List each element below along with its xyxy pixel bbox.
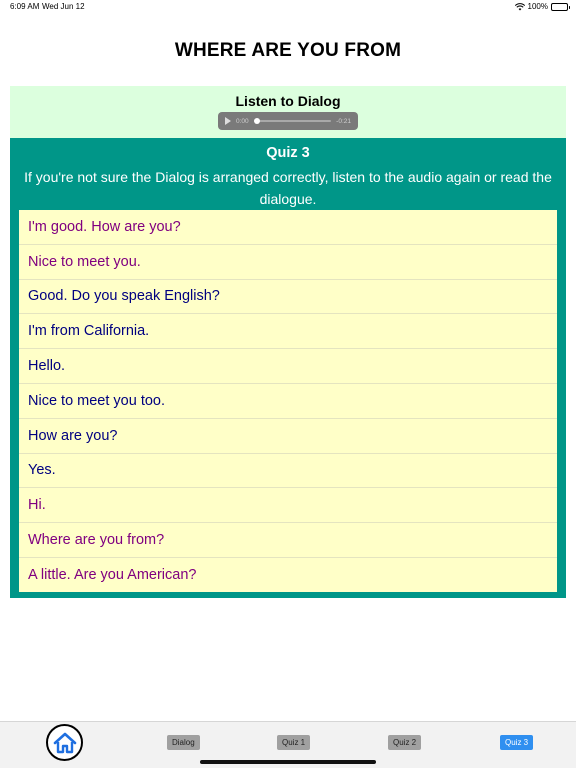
answer-item[interactable]: Hello.: [19, 349, 557, 384]
status-bar: 6:09 AM Wed Jun 12 100%: [0, 0, 576, 14]
status-date: Wed Jun 12: [42, 2, 85, 11]
page-title: WHERE ARE YOU FROM: [174, 40, 402, 61]
home-icon: [53, 732, 76, 753]
audio-remaining-time: -0:21: [336, 117, 351, 125]
answer-item[interactable]: A little. Are you American?: [19, 558, 557, 593]
tab-quiz-2[interactable]: Quiz 2: [388, 735, 422, 750]
answer-item[interactable]: Where are you from?: [19, 523, 557, 558]
tab-quiz-3[interactable]: Quiz 3: [500, 735, 534, 750]
battery-icon: [551, 3, 570, 11]
tab-dialog[interactable]: Dialog: [167, 735, 200, 750]
battery-percent: 100%: [527, 2, 548, 11]
quiz-instructions: If you're not sure the Dialog is arrange…: [24, 169, 552, 207]
answer-item[interactable]: I'm from California.: [19, 314, 557, 350]
status-time: 6:09 AM: [10, 2, 40, 11]
answer-item[interactable]: Good. Do you speak English?: [19, 280, 557, 315]
answer-list: I'm good. How are you? Nice to meet you. G…: [19, 210, 557, 592]
audio-player[interactable]: 0:00 -0:21: [218, 112, 358, 130]
answer-item[interactable]: Nice to meet you.: [19, 245, 557, 280]
quiz-title: Quiz 3: [266, 145, 310, 161]
answer-item[interactable]: Yes.: [19, 454, 557, 489]
audio-progress-knob[interactable]: [253, 118, 260, 124]
play-icon[interactable]: [225, 117, 231, 125]
wifi-icon: [514, 3, 525, 11]
answer-item[interactable]: I'm good. How are you?: [19, 210, 557, 245]
status-right: 100%: [514, 0, 570, 14]
home-button[interactable]: [46, 724, 83, 761]
listen-title: Listen to Dialog: [235, 93, 341, 109]
quiz-panel: Quiz 3 If you're not sure the Dialog is …: [10, 138, 566, 598]
audio-current-time: 0:00: [236, 117, 249, 125]
audio-progress-track[interactable]: [253, 118, 332, 124]
tab-quiz-1[interactable]: Quiz 1: [277, 735, 311, 750]
answer-item[interactable]: Hi.: [19, 488, 557, 524]
app-screen: 6:09 AM Wed Jun 12 100% WHERE ARE YOU FR…: [0, 0, 576, 768]
answer-item[interactable]: How are you?: [19, 419, 557, 454]
answer-item[interactable]: Nice to meet you too.: [19, 384, 557, 419]
home-indicator: [200, 760, 376, 764]
